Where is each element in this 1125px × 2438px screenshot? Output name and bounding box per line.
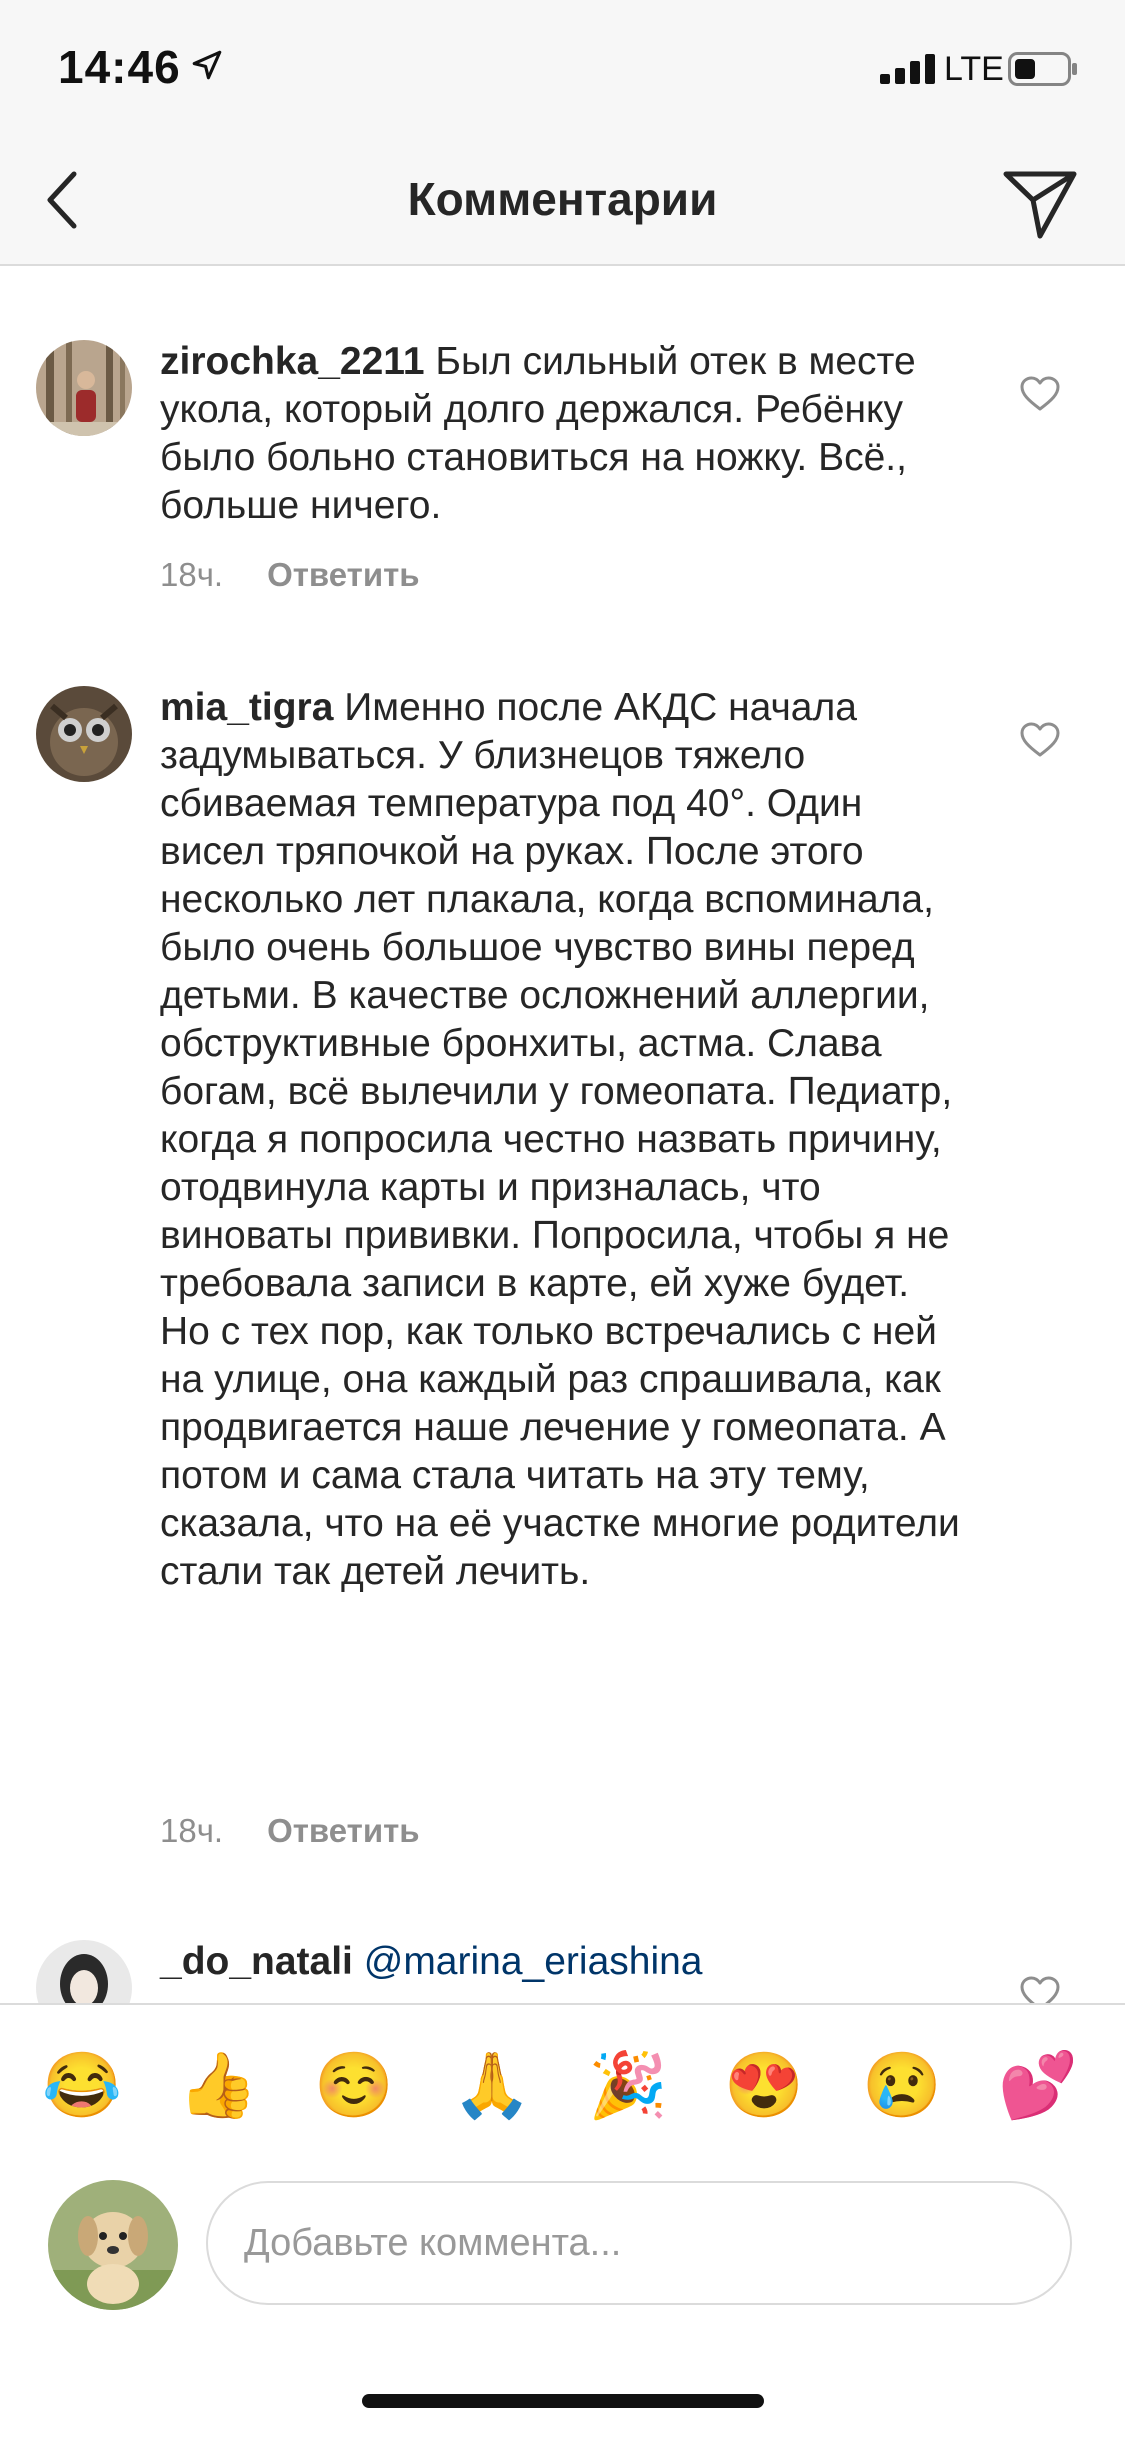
comment-text: mia_tigra Именно после АКДС начала задум… bbox=[160, 684, 960, 1596]
quick-emoji-bar: 😂 👍 ☺️ 🙏 🎉 😍 😢 💕 bbox=[0, 2045, 1125, 2125]
comment-time: 18ч. bbox=[160, 1812, 224, 1849]
status-time: 14:46 bbox=[58, 41, 181, 93]
comment-username[interactable]: _do_natali bbox=[160, 1940, 353, 1983]
status-bar: 14:46 LTE bbox=[0, 0, 1125, 140]
nav-bar: Комментарии bbox=[0, 140, 1125, 266]
send-direct-icon[interactable] bbox=[1000, 162, 1080, 242]
avatar-image bbox=[36, 340, 132, 436]
avatar-image bbox=[36, 686, 132, 782]
comment-mention[interactable]: @marina_eriashina bbox=[364, 1940, 703, 1983]
emoji-laughing[interactable]: 😂 bbox=[42, 2045, 122, 2125]
comment-username[interactable]: mia_tigra bbox=[160, 686, 333, 729]
avatar[interactable] bbox=[36, 340, 132, 436]
emoji-thumbs-up[interactable]: 👍 bbox=[178, 2045, 258, 2125]
emoji-party-popper[interactable]: 🎉 bbox=[588, 2045, 668, 2125]
comment-text: _do_natali @marina_eriashina bbox=[160, 1938, 960, 1986]
heart-icon[interactable] bbox=[1020, 376, 1060, 412]
emoji-smiling[interactable]: ☺️ bbox=[314, 2045, 394, 2125]
battery-icon bbox=[1008, 52, 1077, 86]
home-indicator[interactable] bbox=[362, 2394, 764, 2408]
avatar[interactable] bbox=[36, 686, 132, 782]
emoji-two-hearts[interactable]: 💕 bbox=[998, 2045, 1078, 2125]
reply-button[interactable]: Ответить bbox=[267, 1812, 420, 1849]
network-type: LTE bbox=[944, 50, 1004, 88]
signal-strength-icon bbox=[880, 54, 935, 84]
my-avatar bbox=[48, 2180, 178, 2310]
emoji-crying[interactable]: 😢 bbox=[862, 2045, 942, 2125]
avatar-image bbox=[48, 2180, 178, 2310]
comment-meta: 18ч. Ответить bbox=[160, 556, 420, 594]
comment-body: Именно после АКДС начала задумываться. У… bbox=[160, 686, 960, 1593]
comment-input[interactable] bbox=[206, 2181, 1072, 2305]
comment-text: zirochka_2211 Был сильный отек в месте у… bbox=[160, 338, 960, 530]
comment-meta: 18ч. Ответить bbox=[160, 1812, 420, 1850]
page-title: Комментарии bbox=[407, 173, 718, 225]
composer-panel: 😂 👍 ☺️ 🙏 🎉 😍 😢 💕 bbox=[0, 2003, 1125, 2438]
emoji-praying-hands[interactable]: 🙏 bbox=[452, 2045, 532, 2125]
comment-time: 18ч. bbox=[160, 556, 224, 593]
heart-icon[interactable] bbox=[1020, 722, 1060, 758]
reply-button[interactable]: Ответить bbox=[267, 556, 420, 593]
comment-username[interactable]: zirochka_2211 bbox=[160, 340, 425, 383]
location-arrow-icon bbox=[192, 50, 222, 80]
emoji-heart-eyes[interactable]: 😍 bbox=[724, 2045, 804, 2125]
